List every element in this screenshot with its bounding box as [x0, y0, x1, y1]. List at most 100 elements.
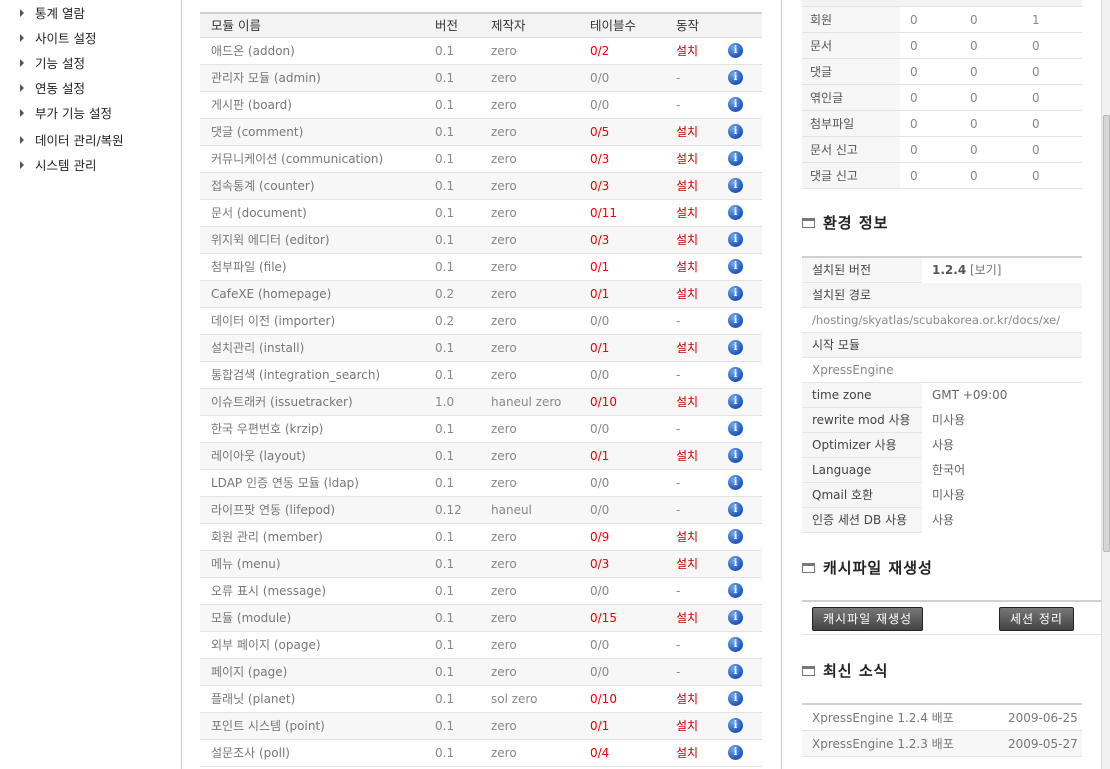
module-version: 0.2 [435, 287, 455, 301]
news-title[interactable]: XpressEngine 1.2.3 배포 [812, 731, 954, 757]
info-icon[interactable]: i [728, 637, 743, 652]
install-link[interactable]: 설치 [676, 335, 698, 362]
info-icon[interactable]: i [728, 340, 743, 355]
info-icon[interactable]: i [728, 664, 743, 679]
sidebar-item-system[interactable]: 시스템 관리 [20, 156, 96, 176]
info-icon[interactable]: i [728, 529, 743, 544]
info-icon[interactable]: i [728, 232, 743, 247]
scrollbar-thumb[interactable] [1103, 115, 1110, 552]
install-link[interactable]: 설치 [676, 119, 698, 146]
info-icon[interactable]: i [728, 421, 743, 436]
install-link[interactable]: 설치 [676, 443, 698, 470]
module-action: - [676, 368, 681, 382]
module-maker: zero [491, 719, 517, 733]
view-version-link[interactable]: [보기] [970, 263, 1001, 277]
sidebar-item-data-backup[interactable]: 데이터 관리/복원 [20, 131, 124, 151]
info-icon[interactable]: i [728, 286, 743, 301]
info-icon[interactable]: i [728, 448, 743, 463]
install-link[interactable]: 설치 [676, 551, 698, 578]
sidebar-item-extra-settings[interactable]: 부가 기능 설정 [20, 104, 112, 124]
info-icon[interactable]: i [728, 43, 743, 58]
install-link[interactable]: 설치 [676, 740, 698, 767]
info-icon[interactable]: i [728, 70, 743, 85]
caret-right-icon [20, 161, 24, 169]
stats-row: 댓글 0 0 0 [802, 59, 1082, 85]
clear-session-button[interactable]: 세션 정리 [999, 607, 1074, 631]
info-icon[interactable]: i [728, 124, 743, 139]
install-link[interactable]: 설치 [676, 389, 698, 416]
info-icon[interactable]: i [728, 556, 743, 571]
section-box-icon [802, 666, 815, 676]
info-icon[interactable]: i [728, 205, 743, 220]
module-tables: 0/1 [590, 449, 610, 463]
info-icon[interactable]: i [728, 367, 743, 382]
stats-value: 0 [970, 91, 978, 105]
news-item[interactable]: XpressEngine 1.2.4 배포 2009-06-25 [802, 705, 1082, 731]
module-tables: 0/0 [590, 638, 610, 652]
env-key: Optimizer 사용 [812, 438, 897, 452]
sidebar-item-site-settings[interactable]: 사이트 설정 [20, 29, 96, 49]
install-link[interactable]: 설치 [676, 281, 698, 308]
install-link[interactable]: 설치 [676, 200, 698, 227]
table-row: 첨부파일 (file) 0.1 zero 0/1 설치 i [200, 254, 762, 281]
install-link[interactable]: 설치 [676, 38, 698, 65]
module-tables: 0/10 [590, 692, 617, 706]
install-link[interactable]: 설치 [676, 686, 698, 713]
page-scrollbar[interactable] [1101, 0, 1110, 769]
stats-label: 댓글 [802, 59, 900, 84]
install-link[interactable]: 설치 [676, 227, 698, 254]
info-icon[interactable]: i [728, 718, 743, 733]
info-icon[interactable]: i [728, 394, 743, 409]
module-name: 댓글 (comment) [211, 125, 304, 139]
info-icon[interactable]: i [728, 502, 743, 517]
env-value: 미사용 [922, 483, 1082, 508]
sidebar-item-integration-settings[interactable]: 연동 설정 [20, 79, 85, 99]
info-icon[interactable]: i [728, 745, 743, 760]
stats-row: 엮인글 0 0 0 [802, 85, 1082, 111]
info-icon[interactable]: i [728, 475, 743, 490]
info-icon[interactable]: i [728, 691, 743, 706]
env-value: 미사용 [922, 408, 1082, 433]
info-icon[interactable]: i [728, 313, 743, 328]
stats-row: 회원 0 0 1 [802, 7, 1082, 33]
install-link[interactable]: 설치 [676, 173, 698, 200]
install-link[interactable]: 설치 [676, 605, 698, 632]
module-tables: 0/1 [590, 719, 610, 733]
table-row: 데이터 이전 (importer) 0.2 zero 0/0 - i [200, 308, 762, 335]
stats-value: 0 [910, 169, 918, 183]
regenerate-cache-button[interactable]: 캐시파일 재생성 [812, 607, 924, 631]
module-tables: 0/4 [590, 746, 610, 760]
section-box-icon [802, 218, 815, 228]
install-link[interactable]: 설치 [676, 524, 698, 551]
table-row: 모듈 (module) 0.1 zero 0/15 설치 i [200, 605, 762, 632]
sidebar-item-stats[interactable]: 통계 열람 [20, 4, 85, 24]
sidebar-item-feature-settings[interactable]: 기능 설정 [20, 54, 85, 74]
module-name: 위지윅 에디터 (editor) [211, 233, 330, 247]
module-version: 0.1 [435, 638, 455, 652]
stats-value: 0 [970, 13, 978, 27]
module-tables: 0/0 [590, 584, 610, 598]
table-row: 위지윅 에디터 (editor) 0.1 zero 0/3 설치 i [200, 227, 762, 254]
module-name: 문서 (document) [211, 206, 307, 220]
news-title[interactable]: XpressEngine 1.2.4 배포 [812, 705, 954, 731]
info-icon[interactable]: i [728, 259, 743, 274]
module-version: 0.1 [435, 152, 455, 166]
news-item[interactable]: XpressEngine 1.2.3 배포 2009-05-27 [802, 731, 1082, 757]
module-maker: zero [491, 449, 517, 463]
info-icon[interactable]: i [728, 151, 743, 166]
install-link[interactable]: 설치 [676, 713, 698, 740]
install-link[interactable]: 설치 [676, 254, 698, 281]
module-maker: zero [491, 665, 517, 679]
info-icon[interactable]: i [728, 583, 743, 598]
stats-value: 0 [1032, 91, 1040, 105]
stats-row: 문서 0 0 0 [802, 33, 1082, 59]
module-version: 0.1 [435, 719, 455, 733]
module-name: 애드온 (addon) [211, 44, 295, 58]
info-icon[interactable]: i [728, 610, 743, 625]
env-key: 인증 세션 DB 사용 [812, 513, 908, 527]
install-link[interactable]: 설치 [676, 146, 698, 173]
info-icon[interactable]: i [728, 97, 743, 112]
module-tables: 0/3 [590, 557, 610, 571]
stats-value: 0 [1032, 65, 1040, 79]
info-icon[interactable]: i [728, 178, 743, 193]
